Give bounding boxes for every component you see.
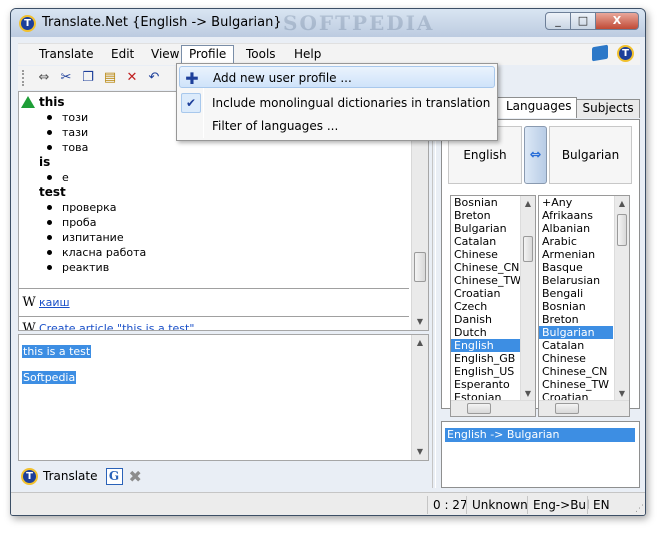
scroll-down-icon[interactable]: ▼ [412, 444, 428, 460]
pane-splitter[interactable] [432, 91, 436, 488]
scroll-up-icon[interactable]: ▲ [412, 335, 428, 351]
wiki-link-row: W каиш [19, 295, 70, 310]
scroll-thumb[interactable] [523, 236, 533, 262]
translation-list: проверка проба изпитание класна работа р… [47, 200, 146, 275]
hscroll-thumb[interactable] [555, 403, 579, 414]
source-language-list[interactable]: Bosnian Breton Bulgarian Catalan Chinese… [450, 195, 536, 417]
divider [19, 316, 409, 317]
cut-icon[interactable]: ✂ [55, 69, 77, 87]
entry-word: this [39, 95, 65, 109]
translation-list: е [47, 170, 69, 185]
add-profile-menu-item[interactable]: ✚ Add new user profile ... [179, 66, 495, 88]
hscroll-thumb[interactable] [467, 403, 491, 414]
list-item-selected[interactable]: English [451, 339, 521, 352]
app-logo-icon: T [19, 15, 36, 32]
window-title: Translate.Net {English -> Bulgarian} [42, 15, 282, 30]
create-article-link[interactable]: Create article "this is a test" [39, 322, 194, 330]
resize-grip-icon[interactable]: ⋰ [635, 504, 644, 514]
app-logo-icon[interactable]: T [617, 45, 634, 62]
left-pane: this този тази това is е test проверка п… [18, 91, 429, 461]
close-button[interactable]: X [595, 12, 639, 30]
delete-icon[interactable]: ✕ [121, 69, 143, 87]
list-item: това [47, 140, 88, 155]
plus-icon: ✚ [185, 69, 199, 88]
minimize-button[interactable]: _ [545, 12, 571, 30]
menu-edit[interactable]: Edit [104, 46, 141, 64]
list-item: тази [47, 125, 88, 140]
include-monolingual-menu-item[interactable]: ✔ Include monolingual dictionaries in tr… [179, 92, 495, 114]
list-item: класна работа [47, 245, 146, 260]
paste-icon[interactable]: ▤ [99, 69, 121, 87]
menu-help[interactable]: Help [287, 46, 328, 64]
maximize-button[interactable]: □ [570, 12, 596, 30]
list-item-selected[interactable]: Bulgarian [539, 326, 613, 339]
action-bar: T Translate G ✖ [18, 464, 429, 488]
undo-icon[interactable]: ↶ [143, 69, 165, 87]
entry-word: is [39, 155, 51, 169]
input-line[interactable]: this is a test [22, 345, 92, 358]
translation-direction-list[interactable]: English -> Bulgarian [441, 421, 640, 488]
menu-translate[interactable]: Translate [32, 46, 101, 64]
profile-dropdown-menu: ✚ Add new user profile ... ✔ Include mon… [176, 63, 498, 141]
result-marker-icon [21, 96, 35, 108]
scroll-thumb[interactable] [617, 214, 627, 246]
input-line[interactable]: Softpedia [22, 371, 77, 384]
dictionary-book-icon[interactable] [592, 44, 608, 62]
direction-item[interactable]: English -> Bulgarian [445, 428, 635, 442]
list-item: проба [47, 215, 146, 230]
list-hscrollbar[interactable] [539, 400, 629, 416]
back-icon[interactable]: ⇔ [33, 69, 55, 87]
tab-subjects[interactable]: Subjects [576, 99, 640, 118]
target-language-list[interactable]: +Any Afrikaans Albanian Arabic Armenian … [538, 195, 630, 417]
source-text-input[interactable]: this is a test Softpedia ▲ ▼ [18, 334, 429, 461]
toolbar: ⇔ ✂ ❐ ▤ ✕ ↶ [18, 66, 182, 90]
status-direction: Eng->Bul [527, 496, 594, 514]
status-bar: 0 : 27 Unknown Eng->Bul EN ⋰ [11, 492, 645, 515]
wiki-link-row: W Create article "this is a test" [19, 321, 194, 330]
clear-icon[interactable]: ✖ [129, 467, 142, 486]
copy-icon[interactable]: ❐ [77, 69, 99, 87]
wiki-link[interactable]: каиш [39, 296, 70, 309]
menu-bar: Translate Edit View Profile Tools Help T [18, 43, 640, 66]
list-scrollbar[interactable]: ▲ ▼ [614, 196, 629, 402]
wikipedia-icon: W [22, 295, 36, 310]
to-language[interactable]: Bulgarian [549, 126, 632, 184]
translate-logo-icon: T [21, 467, 38, 485]
scroll-down-icon[interactable]: ▼ [412, 314, 428, 330]
check-icon: ✔ [181, 93, 201, 113]
status-locale: EN [587, 496, 615, 514]
input-scrollbar[interactable]: ▲ ▼ [411, 335, 428, 460]
scroll-thumb[interactable] [414, 252, 426, 282]
toolbar-grip[interactable] [22, 70, 25, 86]
divider [19, 288, 409, 289]
list-item: проверка [47, 200, 146, 215]
entry-word: test [39, 185, 66, 199]
list-item: изпитание [47, 230, 146, 245]
list-item: е [47, 170, 69, 185]
google-icon[interactable]: G [105, 467, 123, 485]
scroll-up-icon[interactable]: ▲ [615, 196, 629, 212]
list-item: този [47, 110, 88, 125]
watermark: SOFTPEDIA [283, 11, 435, 35]
languages-tab-body: English ⇔ Bulgarian Bosnian Breton Bulga… [441, 119, 640, 417]
filter-languages-menu-item[interactable]: Filter of languages ... [179, 115, 495, 137]
swap-languages-icon[interactable]: ⇔ [524, 126, 547, 184]
translate-button[interactable]: Translate [43, 469, 98, 483]
wikipedia-icon: W [22, 321, 36, 330]
menu-tools[interactable]: Tools [239, 46, 283, 64]
title-bar[interactable]: T Translate.Net {English -> Bulgarian} S… [11, 9, 645, 37]
list-hscrollbar[interactable] [451, 400, 535, 416]
scroll-up-icon[interactable]: ▲ [521, 196, 535, 212]
translation-list: този тази това [47, 110, 88, 155]
list-scrollbar[interactable]: ▲ ▼ [520, 196, 535, 402]
list-item: реактив [47, 260, 146, 275]
status-state: Unknown [466, 496, 533, 514]
right-pane: Languages Subjects English ⇔ Bulgarian B… [441, 91, 640, 488]
